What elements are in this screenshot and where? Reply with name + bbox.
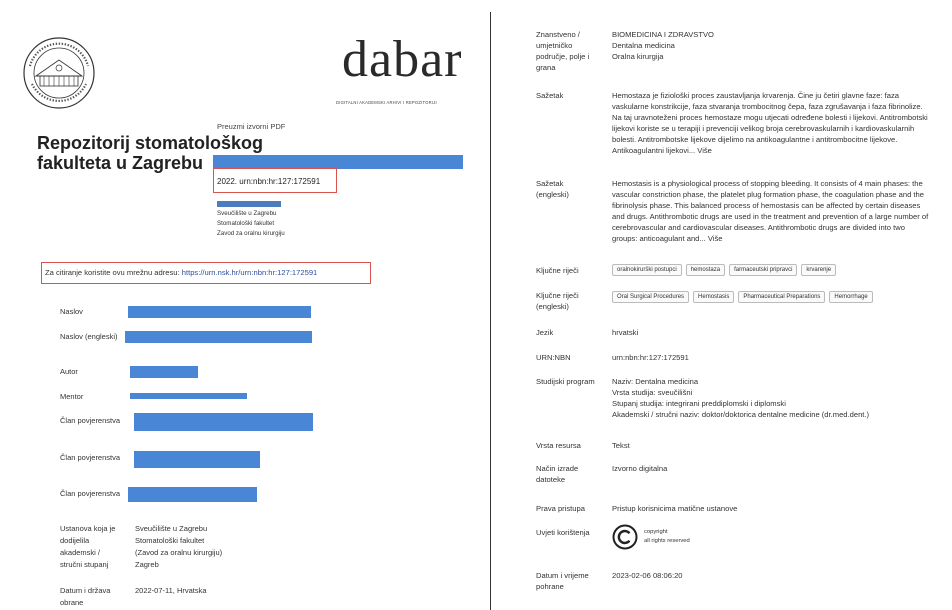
jezik-label: Jezik [536, 328, 554, 337]
ustanova-line-2: Stomatološki fakultet [135, 536, 205, 545]
institution-line-2: Stomatološki fakultet [217, 220, 275, 227]
sazetak-label: Sažetak [536, 91, 564, 100]
field-line-2: Dentalna medicina [612, 41, 675, 50]
autor-label: Autor [60, 367, 78, 376]
sazetak-text: Hemostaza je fiziološki proces zaustavlj… [612, 91, 928, 155]
datum-pohrane-value: 2023-02-06 08:06:20 [612, 571, 683, 580]
redacted-autor [130, 366, 198, 378]
datum-obrane-value: 2022-07-11, Hrvatska [135, 586, 207, 595]
program-label: Studijski program [536, 377, 595, 386]
keyword-en-tag[interactable]: Hemorrhage [829, 291, 873, 303]
naslov-en-label: Naslov (engleski) [60, 332, 118, 341]
naslov-label: Naslov [60, 307, 83, 316]
cite-label: Za citiranje koristite ovu mrežnu adresu… [45, 268, 182, 277]
dabar-logo: dabar DIGITALNI AKADEMSKI ARHIVI I REPOZ… [328, 30, 461, 110]
field-label: Znanstveno / umjetničko područje, polje … [536, 30, 590, 72]
copyright-block: copyright all rights reserved [612, 524, 690, 550]
prava-label: Prava pristupa [536, 504, 585, 513]
urn-label: URN:NBN [536, 353, 571, 362]
keyword-en-tag[interactable]: Hemostasis [693, 291, 735, 303]
mentor-label: Mentor [60, 392, 84, 401]
sazetak-en-text: Hemostasis is a physiological process of… [612, 179, 929, 243]
program-line-3: Stupanj studija: integrirani preddiploms… [612, 399, 786, 408]
kljucne-en-label: Ključne riječi (engleski) [536, 291, 579, 311]
ustanova-label: Ustanova koja je dodijelila akademski / … [60, 524, 116, 569]
urn-year: 2022. urn:nbn:hr:127:172591 [217, 177, 321, 186]
clan-3-label: Član povjerenstva [60, 489, 121, 498]
copyright-text: copyright all rights reserved [644, 528, 690, 546]
cite-link[interactable]: https://urn.nsk.hr/urn:nbn:hr:127:172591 [182, 268, 318, 277]
urn-value: urn:nbn:hr:127:172591 [612, 353, 689, 362]
keyword-en-list: Oral Surgical Procedures Hemostasis Phar… [612, 291, 873, 303]
keyword-tag[interactable]: hemostaza [685, 264, 726, 276]
redacted-title [213, 155, 463, 169]
redacted-mentor [130, 393, 247, 399]
copyright-icon [612, 524, 638, 550]
program-line-2: Vrsta studija: sveučilišni [612, 388, 693, 397]
uvjeti-label: Uvjeti korištenja [536, 528, 590, 537]
prava-value: Pristup korisnicima matične ustanove [612, 504, 738, 513]
redacted-author [217, 201, 281, 207]
sazetak-en-label: Sažetak (engleski) [536, 179, 569, 199]
institution-line-3: Zavod za oralnu kirurgiju [217, 230, 285, 237]
dabar-logo-subtitle: DIGITALNI AKADEMSKI ARHIVI I REPOZITORIJ… [336, 100, 437, 105]
university-seal-icon [23, 37, 95, 109]
keyword-tag[interactable]: oralnokirurški postupci [612, 264, 682, 276]
program-line-1: Naziv: Dentalna medicina [612, 377, 699, 386]
clan-2-label: Član povjerenstva [60, 453, 121, 462]
keyword-en-tag[interactable]: Oral Surgical Procedures [612, 291, 690, 303]
datum-obrane-label: Datum i država obrane [60, 586, 111, 607]
keyword-list: oralnokirurški postupci hemostaza farmac… [612, 264, 837, 276]
ustanova-line-3: (Zavod za oralnu kirurgiju) [135, 548, 223, 557]
page-divider [490, 12, 491, 610]
field-line-1: BIOMEDICINA I ZDRAVSTVO [612, 30, 714, 39]
field-line-3: Oralna kirurgija [612, 52, 664, 61]
keyword-en-tag[interactable]: Pharmaceutical Preparations [738, 291, 826, 303]
cite-text: Za citiranje koristite ovu mrežnu adresu… [45, 268, 317, 277]
redacted-naslov [128, 306, 311, 318]
datum-pohrane-label: Datum i vrijeme pohrane [536, 571, 589, 591]
program-line-4: Akademski / stručni naziv: doktor/doktor… [612, 410, 870, 419]
copyright-line-1: copyright [644, 529, 668, 535]
redacted-clan-1 [134, 413, 313, 431]
vrsta-label: Vrsta resursa [536, 441, 581, 450]
keyword-tag[interactable]: krvarenje [801, 264, 837, 276]
kljucne-label: Ključne riječi [536, 266, 579, 275]
copyright-line-2: all rights reserved [644, 538, 690, 544]
redacted-clan-3 [128, 487, 257, 502]
redacted-naslov-en [125, 331, 312, 343]
ustanova-line-1: Sveučilište u Zagrebu [135, 524, 208, 533]
clan-1-label: Član povjerenstva [60, 416, 121, 425]
nacin-label: Način izrade datoteke [536, 464, 579, 484]
dabar-logo-text: dabar [342, 31, 463, 88]
nacin-value: Izvorno digitalna [612, 464, 668, 473]
jezik-value: hrvatski [612, 328, 639, 337]
keyword-tag[interactable]: farmaceutski pripravci [729, 264, 798, 276]
vrsta-value: Tekst [612, 441, 630, 450]
download-pdf-link[interactable]: Preuzmi izvorni PDF [217, 122, 285, 131]
redacted-clan-2 [134, 451, 260, 468]
ustanova-line-4: Zagreb [135, 560, 159, 569]
institution-line-1: Sveučilište u Zagrebu [217, 210, 277, 217]
